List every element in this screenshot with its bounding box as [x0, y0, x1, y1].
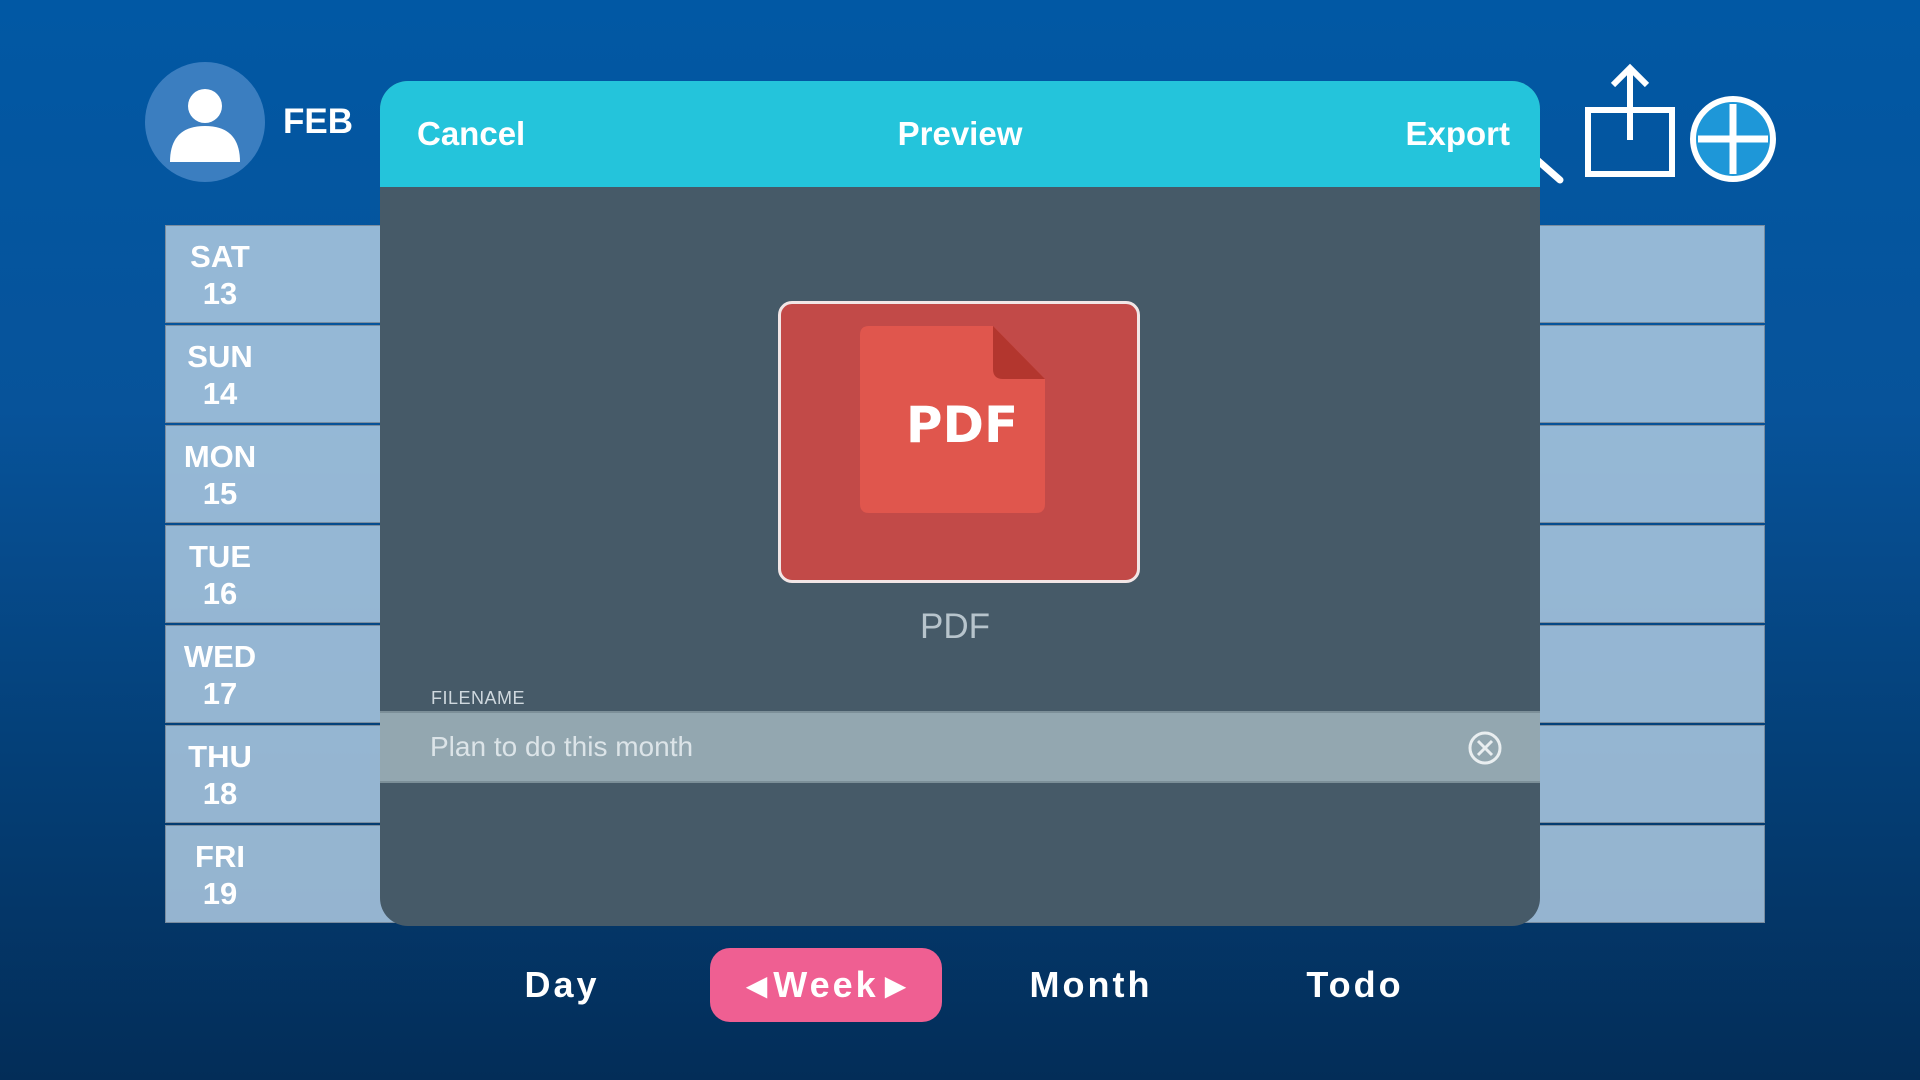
- day-date: 17: [202, 676, 238, 711]
- day-date: 19: [202, 876, 238, 911]
- filename-input[interactable]: [430, 713, 1430, 781]
- day-weekday: WED: [183, 639, 257, 674]
- next-week-arrow-icon[interactable]: ▶: [885, 969, 907, 1002]
- dialog-title: Preview: [897, 115, 1023, 152]
- day-label: FRI 19: [166, 826, 274, 924]
- export-button[interactable]: Export: [1405, 81, 1510, 187]
- day-weekday: FRI: [195, 839, 245, 874]
- day-label: TUE 16: [166, 526, 274, 624]
- month-label: FEB: [283, 102, 353, 141]
- avatar[interactable]: [145, 62, 265, 182]
- day-weekday: SAT: [190, 239, 250, 274]
- filename-label: FILENAME: [431, 688, 526, 708]
- day-date: 13: [202, 276, 238, 311]
- day-weekday: TUE: [189, 539, 251, 574]
- dialog-header: Preview Cancel Export: [380, 81, 1540, 187]
- day-weekday: THU: [188, 739, 252, 774]
- filename-field: [380, 711, 1540, 783]
- day-date: 15: [202, 476, 238, 511]
- cancel-button[interactable]: Cancel: [417, 81, 525, 187]
- day-date: 16: [202, 576, 238, 611]
- tab-week[interactable]: ◀ Week ▶: [710, 948, 942, 1022]
- pdf-file-icon: PDF: [860, 326, 1045, 513]
- avatar-icon: [170, 89, 240, 162]
- day-label: WED 17: [166, 626, 274, 724]
- day-weekday: MON: [183, 439, 257, 474]
- day-label: THU 18: [166, 726, 274, 824]
- clear-icon[interactable]: [1467, 730, 1503, 766]
- pdf-icon-text: PDF: [906, 396, 1018, 454]
- tab-todo[interactable]: Todo: [1290, 948, 1420, 1022]
- add-icon[interactable]: [1688, 94, 1778, 184]
- day-weekday: SUN: [187, 339, 253, 374]
- pdf-format-option[interactable]: PDF: [778, 301, 1140, 583]
- tab-day[interactable]: Day: [487, 948, 637, 1022]
- day-label: MON 15: [166, 426, 274, 524]
- day-date: 18: [202, 776, 238, 811]
- day-label: SUN 14: [166, 326, 274, 424]
- tab-week-label: Week: [773, 964, 879, 1005]
- day-label: SAT 13: [166, 226, 274, 324]
- day-date: 14: [202, 376, 238, 411]
- format-label: PDF: [920, 607, 990, 646]
- tab-month[interactable]: Month: [1011, 948, 1171, 1022]
- share-icon[interactable]: [1583, 60, 1678, 180]
- export-preview-dialog: Preview Cancel Export PDF PDF FILENAME: [380, 81, 1540, 926]
- prev-week-arrow-icon[interactable]: ◀: [746, 969, 768, 1002]
